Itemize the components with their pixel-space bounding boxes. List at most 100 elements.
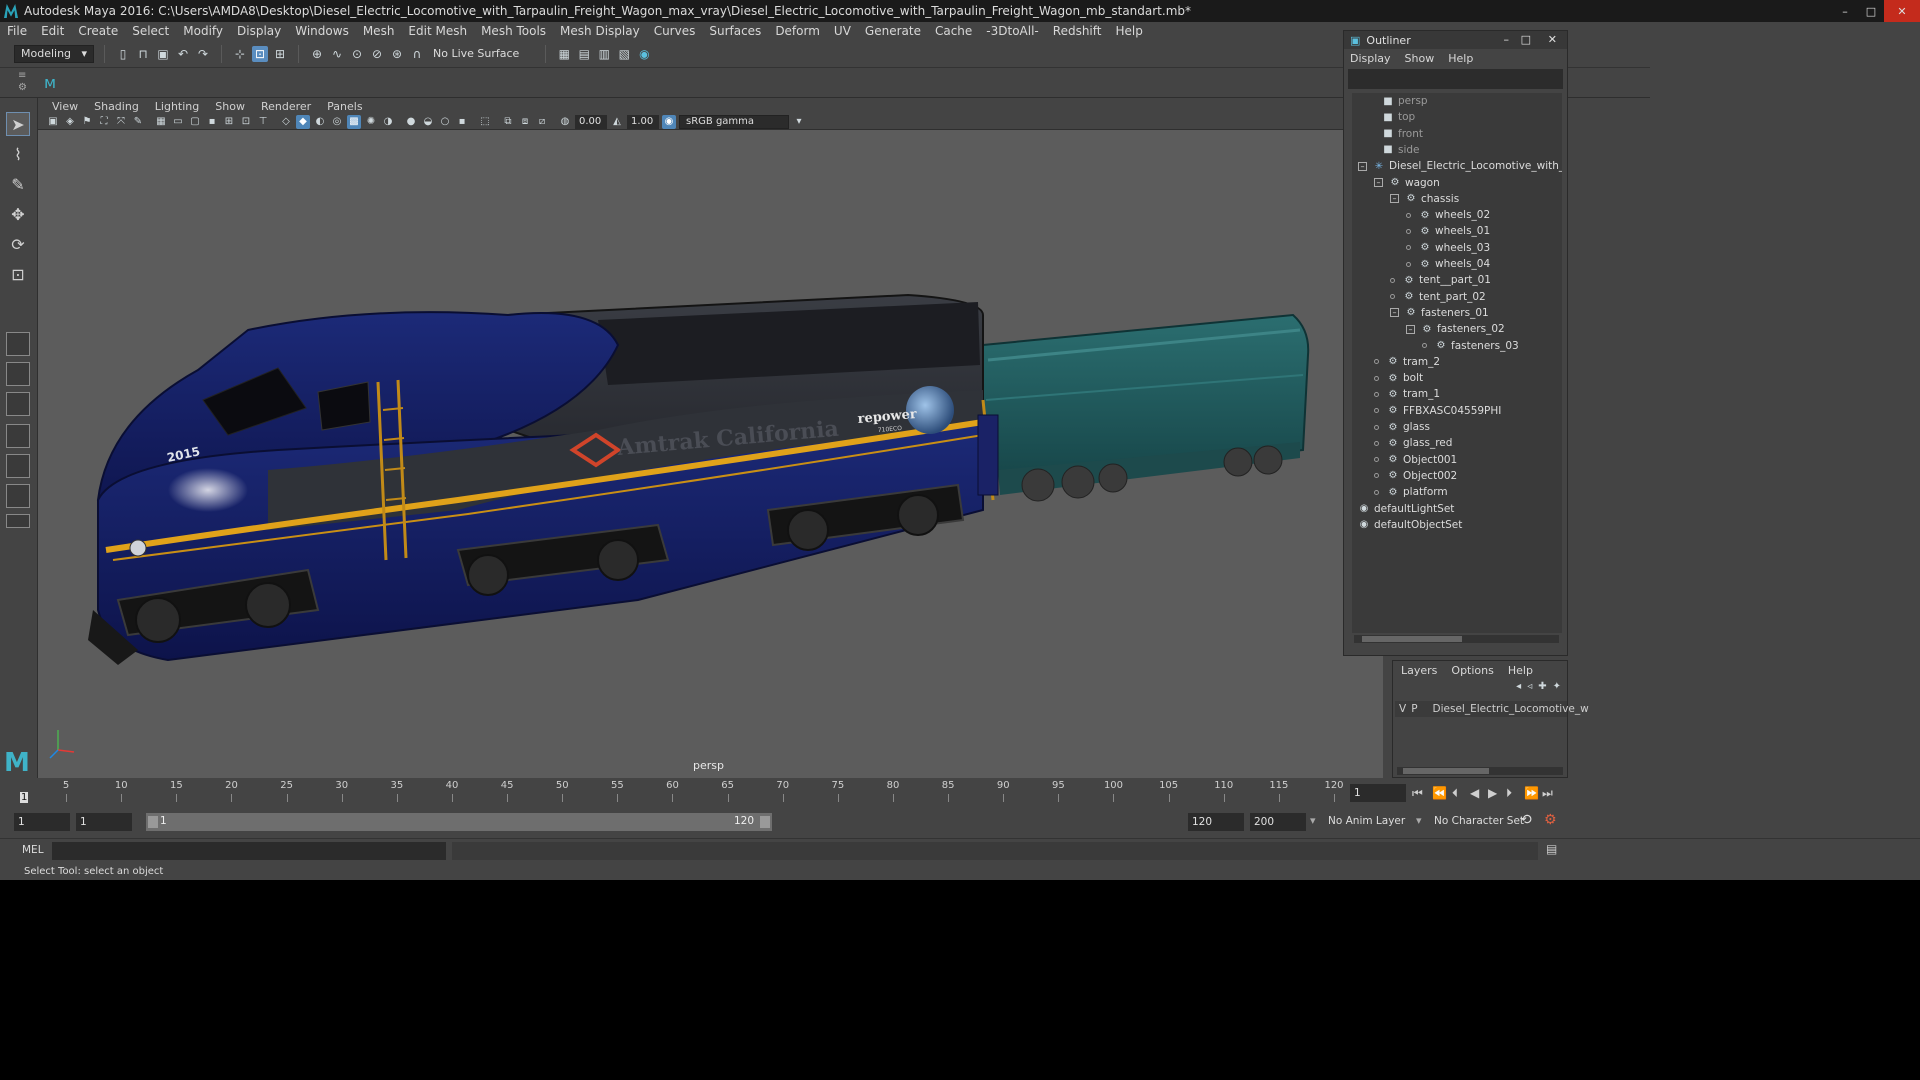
outliner-node[interactable]: ⚙ tram_1 [1374, 386, 1440, 402]
range-end-handle[interactable] [760, 816, 770, 828]
3d-viewport[interactable]: 2015 Amtrak California repower 710ECO pe… [38, 130, 1383, 778]
menu-mesh-tools[interactable]: Mesh Tools [474, 24, 553, 38]
viewport-menu-shading[interactable]: Shading [86, 100, 147, 113]
menu-help[interactable]: Help [1108, 24, 1149, 38]
time-slider[interactable]: 5 10 15 20 25 30 35 40 45 50 55 60 65 70 75 80 85 90 95 100… [0, 778, 1920, 808]
menu-file[interactable]: File [0, 24, 34, 38]
move-layer-up-icon[interactable]: ◂ [1516, 681, 1521, 692]
anti-aliasing-icon[interactable]: ○ [438, 115, 452, 129]
lasso-tool-icon[interactable]: ⌇ [6, 142, 30, 166]
range-start-handle[interactable] [148, 816, 158, 828]
menu-curves[interactable]: Curves [647, 24, 703, 38]
outliner-node[interactable]: – ⚙ chassis [1390, 191, 1459, 207]
menu-mesh-display[interactable]: Mesh Display [553, 24, 647, 38]
paint-select-icon[interactable]: ✎ [6, 172, 30, 196]
outliner-node[interactable]: ■ persp [1382, 93, 1427, 109]
scale-tool-icon[interactable]: ⊡ [6, 262, 30, 286]
viewport-menu-lighting[interactable]: Lighting [147, 100, 207, 113]
viewport-menu-renderer[interactable]: Renderer [253, 100, 319, 113]
layers-menu-layers[interactable]: Layers [1401, 664, 1437, 677]
exposure-icon[interactable]: ◍ [558, 115, 572, 129]
step-forward-icon[interactable]: ⏩ [1524, 786, 1539, 800]
playback-end-field[interactable]: 120 [1188, 813, 1244, 831]
graph-view-icon[interactable] [6, 454, 30, 478]
single-view-icon[interactable] [6, 332, 30, 356]
mode-selector[interactable]: Modeling ▾ [14, 44, 94, 63]
textured-icon[interactable]: ▩ [347, 114, 361, 129]
menu-mesh[interactable]: Mesh [356, 24, 402, 38]
grid-icon[interactable]: ▦ [154, 115, 168, 129]
2d-pan-zoom-icon[interactable]: ⤧ [114, 115, 128, 129]
character-set-dropdown[interactable]: No Character Set [1434, 815, 1524, 827]
outliner-node[interactable]: – ⚙ fasteners_01 [1390, 305, 1489, 321]
gate-mask-icon[interactable]: ▪ [205, 115, 219, 129]
viewport-menu-view[interactable]: View [44, 100, 86, 113]
wireframe-icon[interactable]: ◇ [279, 115, 293, 129]
live-surface-label[interactable]: No Live Surface [433, 47, 519, 60]
default-material-icon[interactable]: ◎ [330, 115, 344, 129]
shelf-settings-icon[interactable]: ⚙ [18, 82, 27, 93]
outliner-node[interactable]: ⚙ tent__part_01 [1390, 272, 1491, 288]
menu-edit[interactable]: Edit [34, 24, 71, 38]
outliner-node[interactable]: ⚙ Object001 [1374, 452, 1457, 468]
isolate-select-icon[interactable]: ⬚ [478, 115, 492, 129]
chevron-down-icon[interactable]: ▾ [792, 115, 806, 129]
layer-playback-toggle[interactable]: P [1411, 703, 1417, 715]
outliner-node[interactable]: ■ front [1382, 126, 1423, 142]
scene-end-field[interactable]: 200 [1250, 813, 1306, 831]
xray-icon[interactable]: ⧉ [501, 115, 515, 129]
chevron-down-icon[interactable]: ▾ [1310, 814, 1316, 827]
four-view-icon[interactable] [6, 362, 30, 386]
outliner-node[interactable]: ⚙ tram_2 [1374, 354, 1440, 370]
anim-layer-dropdown[interactable]: No Anim Layer [1328, 815, 1405, 827]
outliner-node[interactable]: ⚙ bolt [1374, 370, 1423, 386]
select-component-icon[interactable]: ⊞ [272, 46, 288, 62]
menu-create[interactable]: Create [71, 24, 125, 38]
maya-shelf-icon[interactable]: ᴍ [44, 73, 56, 92]
menu-windows[interactable]: Windows [288, 24, 356, 38]
time-slider-current-marker[interactable]: 1 [20, 792, 29, 803]
rotate-tool-icon[interactable]: ⟳ [6, 232, 30, 256]
depth-of-field-icon[interactable]: ▪ [455, 115, 469, 129]
menu-redshift[interactable]: Redshift [1046, 24, 1109, 38]
layers-menu-options[interactable]: Options [1451, 664, 1493, 677]
outliner-node[interactable]: ◉ defaultLightSet [1358, 501, 1455, 517]
menu-3dtoall[interactable]: -3DtoAll- [979, 24, 1045, 38]
close-button[interactable]: ✕ [1884, 0, 1920, 22]
safe-title-icon[interactable]: ⊤ [256, 115, 270, 129]
play-forward-icon[interactable]: ▶ [1488, 786, 1497, 800]
tarpaulin-wagon[interactable] [982, 313, 1310, 502]
step-back-icon[interactable]: ⏪ [1432, 786, 1447, 800]
layers-scroll-thumb[interactable] [1403, 768, 1489, 774]
xray-joints-icon[interactable]: ⧈ [518, 115, 532, 129]
outliner-node[interactable]: ⚙ FFBXASC04559PHI [1374, 403, 1501, 419]
range-slider[interactable]: 1 120 [146, 813, 772, 831]
collapse-toggle-icon[interactable]: – [1358, 161, 1367, 171]
snap-magnet-icon[interactable]: ∩ [409, 46, 425, 62]
current-frame-field[interactable]: 1 [1350, 784, 1406, 802]
outliner-menu-display[interactable]: Display [1350, 52, 1391, 65]
outliner-scroll-thumb[interactable] [1362, 636, 1462, 642]
outliner-node[interactable]: ⚙ wheels_01 [1406, 223, 1490, 239]
outliner-node[interactable]: ◉ defaultObjectSet [1358, 517, 1463, 533]
outliner-minimize-button[interactable]: – [1504, 33, 1510, 46]
film-gate-icon[interactable]: ▭ [171, 115, 185, 129]
outliner-node[interactable]: ⚙ glass [1374, 419, 1430, 435]
hypershade-view-icon[interactable] [6, 484, 30, 508]
diesel-locomotive[interactable]: 2015 Amtrak California repower 710ECO [88, 293, 999, 665]
gamma-field[interactable]: 1.00 [627, 114, 659, 129]
play-backward-icon[interactable]: ◀ [1470, 786, 1479, 800]
outliner-close-button[interactable]: ✕ [1548, 33, 1557, 46]
layer-row[interactable]: V P Diesel_Electric_Locomotive_w [1395, 701, 1589, 717]
auto-key-icon[interactable]: ⟲ [1520, 812, 1532, 828]
outliner-view-icon[interactable] [6, 424, 30, 448]
chevron-down-icon[interactable]: ▾ [1416, 814, 1422, 827]
shelf-menu-icon[interactable]: ≡ [18, 70, 26, 81]
outliner-node[interactable]: – ⚙ fasteners_02 [1406, 321, 1505, 337]
outliner-node[interactable]: ⚙ platform [1374, 484, 1448, 500]
snap-grid-icon[interactable]: ⊕ [309, 46, 325, 62]
outliner-node[interactable]: ⚙ Object002 [1374, 468, 1457, 484]
snap-curve-icon[interactable]: ∿ [329, 46, 345, 62]
viewport-menu-show[interactable]: Show [207, 100, 253, 113]
command-language-label[interactable]: MEL [22, 844, 44, 856]
